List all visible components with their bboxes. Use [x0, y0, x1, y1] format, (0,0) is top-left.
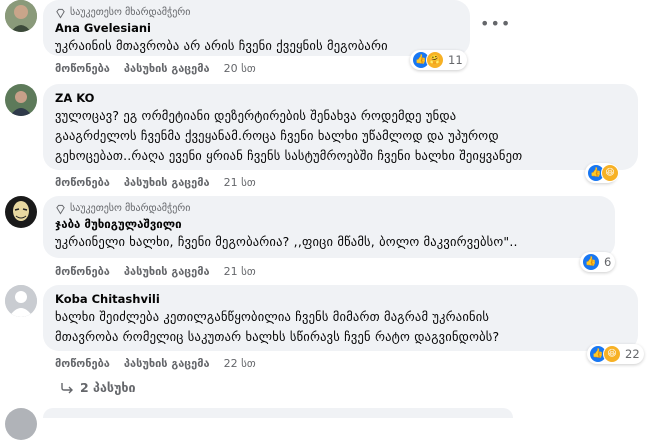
avatar[interactable]: [5, 0, 37, 32]
comment-actions: მოწონება პასუხის გაცემა 21 სთ: [55, 265, 256, 278]
reaction-summary[interactable]: 👍 😆: [585, 163, 619, 183]
hug-icon: 🤗: [426, 51, 444, 69]
diamond-icon: [56, 8, 65, 18]
like-button[interactable]: მოწონება: [55, 357, 110, 370]
top-fan-badge: საუკეთესო მხარდამჭერი: [55, 202, 603, 216]
haha-icon: 😆: [601, 164, 619, 182]
top-fan-badge: საუკეთესო მხარდამჭერი: [55, 6, 458, 20]
timestamp[interactable]: 20 სთ: [224, 62, 256, 75]
comment-text: ვულოცავ? ეგ ორმეტიანი დეზერტირების შენახ…: [55, 108, 523, 163]
reply-arrow-icon: [61, 382, 73, 393]
comment-author[interactable]: ჯაბა მუხიგულაშვილი: [55, 216, 603, 232]
comment-bubble: ZA KO ვულოცავ? ეგ ორმეტიანი დეზერტირების…: [43, 84, 638, 170]
reply-button[interactable]: პასუხის გაცემა: [124, 265, 210, 278]
badge-label: საუკეთესო მხარდამჭერი: [70, 203, 191, 214]
more-options-icon[interactable]: •••: [480, 14, 511, 33]
reply-button[interactable]: პასუხის გაცემა: [124, 62, 210, 75]
comment-bubble: Koba Chitashvili ხალხი შეიძლება კეთილგან…: [43, 285, 638, 351]
comment-text: ხალხი შეიძლება კეთილგანწყობილია ჩვენს მი…: [55, 309, 500, 344]
next-comment-bubble: [43, 408, 513, 418]
comment-text: უკრაინელი ხალხი, ჩვენი მეგობარია? ,,ფიცი…: [55, 234, 518, 249]
avatar[interactable]: [5, 196, 37, 228]
reaction-summary[interactable]: 👍 🤗 11: [410, 50, 467, 70]
timestamp[interactable]: 21 სთ: [224, 176, 256, 189]
comment-actions: მოწონება პასუხის გაცემა 20 სთ: [55, 62, 256, 75]
timestamp[interactable]: 22 სთ: [224, 357, 256, 370]
reaction-count: 6: [604, 255, 612, 269]
like-button[interactable]: მოწონება: [55, 176, 110, 189]
reaction-count: 11: [448, 53, 463, 67]
comment-author[interactable]: Koba Chitashvili: [55, 291, 626, 307]
comment-author[interactable]: ZA KO: [55, 90, 626, 106]
like-icon: 👍: [582, 253, 600, 271]
avatar[interactable]: [5, 285, 37, 317]
avatar[interactable]: [5, 84, 37, 116]
view-replies-link[interactable]: 2 პასუხი: [60, 380, 136, 395]
diamond-icon: [56, 204, 65, 214]
comment-text: უკრაინის მთავრობა არ არის ჩვენი ქვეყნის …: [55, 38, 388, 53]
comment-bubble: საუკეთესო მხარდამჭერი ჯაბა მუხიგულაშვილი…: [43, 196, 615, 258]
badge-label: საუკეთესო მხარდამჭერი: [70, 7, 191, 18]
timestamp[interactable]: 21 სთ: [224, 265, 256, 278]
comment-author[interactable]: Ana Gvelesiani: [55, 20, 458, 36]
like-button[interactable]: მოწონება: [55, 265, 110, 278]
reply-button[interactable]: პასუხის გაცემა: [124, 176, 210, 189]
comment-actions: მოწონება პასუხის გაცემა 22 სთ: [55, 357, 256, 370]
reaction-summary[interactable]: 👍 6: [580, 252, 616, 272]
reply-button[interactable]: პასუხის გაცემა: [124, 357, 210, 370]
comment-bubble: საუკეთესო მხარდამჭერი Ana Gvelesiani უკრ…: [43, 0, 470, 56]
reaction-summary[interactable]: 👍 😆 22: [587, 344, 644, 364]
reaction-count: 22: [625, 347, 640, 361]
like-button[interactable]: მოწონება: [55, 62, 110, 75]
comment-actions: მოწონება პასუხის გაცემა 21 სთ: [55, 176, 256, 189]
replies-count-label: 2 პასუხი: [80, 380, 136, 395]
haha-icon: 😆: [603, 345, 621, 363]
